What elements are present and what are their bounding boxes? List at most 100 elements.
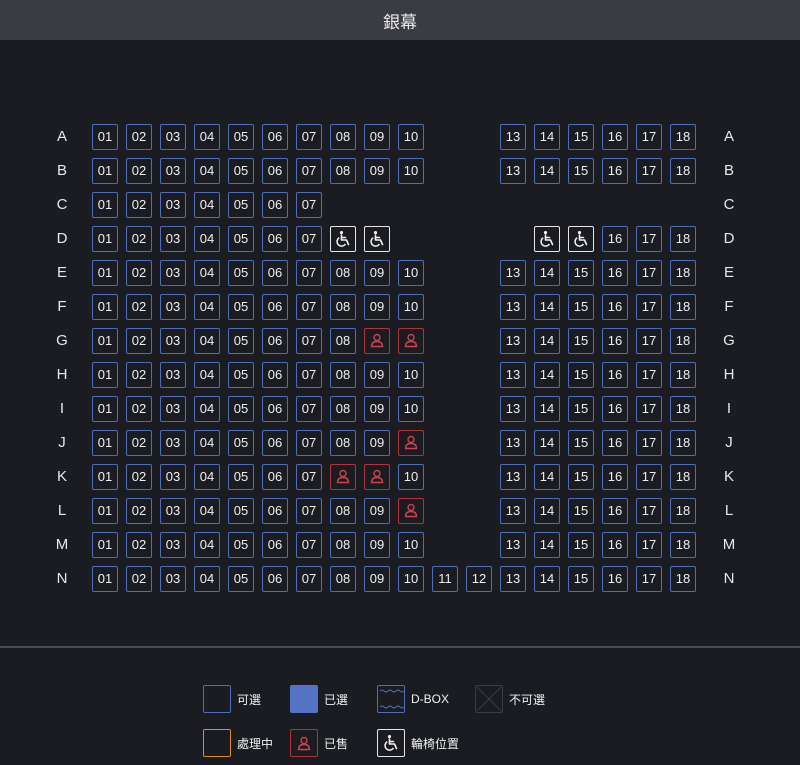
seat[interactable]: 10 bbox=[398, 396, 424, 422]
seat[interactable]: 02 bbox=[126, 124, 152, 150]
seat[interactable]: 01 bbox=[92, 260, 118, 286]
seat[interactable]: 06 bbox=[262, 498, 288, 524]
seat[interactable]: 13 bbox=[500, 566, 526, 592]
seat[interactable]: 07 bbox=[296, 498, 322, 524]
seat[interactable]: 03 bbox=[160, 260, 186, 286]
seat[interactable]: 18 bbox=[670, 294, 696, 320]
seat[interactable]: 14 bbox=[534, 396, 560, 422]
seat[interactable]: 13 bbox=[500, 294, 526, 320]
seat[interactable]: 06 bbox=[262, 294, 288, 320]
seat-wheelchair[interactable] bbox=[568, 226, 594, 252]
seat[interactable]: 14 bbox=[534, 566, 560, 592]
seat[interactable]: 10 bbox=[398, 532, 424, 558]
seat[interactable]: 01 bbox=[92, 362, 118, 388]
seat[interactable]: 05 bbox=[228, 362, 254, 388]
seat[interactable]: 04 bbox=[194, 294, 220, 320]
seat[interactable]: 01 bbox=[92, 566, 118, 592]
seat-wheelchair[interactable] bbox=[534, 226, 560, 252]
seat[interactable]: 05 bbox=[228, 430, 254, 456]
seat[interactable]: 04 bbox=[194, 260, 220, 286]
seat[interactable]: 06 bbox=[262, 226, 288, 252]
seat[interactable]: 04 bbox=[194, 226, 220, 252]
seat[interactable]: 17 bbox=[636, 566, 662, 592]
seat[interactable]: 05 bbox=[228, 124, 254, 150]
seat[interactable]: 08 bbox=[330, 498, 356, 524]
seat[interactable]: 06 bbox=[262, 158, 288, 184]
seat[interactable]: 07 bbox=[296, 226, 322, 252]
seat[interactable]: 15 bbox=[568, 396, 594, 422]
seat[interactable]: 04 bbox=[194, 532, 220, 558]
seat[interactable]: 01 bbox=[92, 396, 118, 422]
seat[interactable]: 07 bbox=[296, 566, 322, 592]
seat[interactable]: 03 bbox=[160, 430, 186, 456]
seat[interactable]: 17 bbox=[636, 260, 662, 286]
seat[interactable]: 02 bbox=[126, 430, 152, 456]
seat[interactable]: 15 bbox=[568, 158, 594, 184]
seat[interactable]: 17 bbox=[636, 498, 662, 524]
seat[interactable]: 03 bbox=[160, 498, 186, 524]
seat-wheelchair[interactable] bbox=[364, 226, 390, 252]
seat[interactable]: 05 bbox=[228, 294, 254, 320]
seat[interactable]: 07 bbox=[296, 464, 322, 490]
seat[interactable]: 08 bbox=[330, 328, 356, 354]
seat[interactable]: 15 bbox=[568, 532, 594, 558]
seat[interactable]: 05 bbox=[228, 498, 254, 524]
seat[interactable]: 17 bbox=[636, 464, 662, 490]
seat[interactable]: 18 bbox=[670, 260, 696, 286]
seat[interactable]: 06 bbox=[262, 362, 288, 388]
seat[interactable]: 13 bbox=[500, 396, 526, 422]
seat[interactable]: 04 bbox=[194, 566, 220, 592]
seat[interactable]: 06 bbox=[262, 192, 288, 218]
seat[interactable]: 13 bbox=[500, 260, 526, 286]
seat[interactable]: 05 bbox=[228, 158, 254, 184]
seat[interactable]: 08 bbox=[330, 566, 356, 592]
seat[interactable]: 03 bbox=[160, 396, 186, 422]
seat[interactable]: 17 bbox=[636, 158, 662, 184]
seat[interactable]: 17 bbox=[636, 396, 662, 422]
seat[interactable]: 14 bbox=[534, 294, 560, 320]
seat[interactable]: 01 bbox=[92, 464, 118, 490]
seat[interactable]: 06 bbox=[262, 566, 288, 592]
seat[interactable]: 15 bbox=[568, 498, 594, 524]
seat[interactable]: 05 bbox=[228, 260, 254, 286]
seat[interactable]: 16 bbox=[602, 396, 628, 422]
seat[interactable]: 05 bbox=[228, 328, 254, 354]
seat[interactable]: 13 bbox=[500, 464, 526, 490]
seat[interactable]: 18 bbox=[670, 464, 696, 490]
seat[interactable]: 17 bbox=[636, 430, 662, 456]
seat[interactable]: 17 bbox=[636, 362, 662, 388]
seat[interactable]: 16 bbox=[602, 362, 628, 388]
seat[interactable]: 16 bbox=[602, 464, 628, 490]
seat[interactable]: 08 bbox=[330, 430, 356, 456]
seat[interactable]: 09 bbox=[364, 124, 390, 150]
seat[interactable]: 08 bbox=[330, 158, 356, 184]
seat[interactable]: 05 bbox=[228, 532, 254, 558]
seat[interactable]: 16 bbox=[602, 498, 628, 524]
seat[interactable]: 17 bbox=[636, 328, 662, 354]
seat[interactable]: 02 bbox=[126, 362, 152, 388]
seat[interactable]: 14 bbox=[534, 158, 560, 184]
seat[interactable]: 16 bbox=[602, 294, 628, 320]
seat[interactable]: 05 bbox=[228, 192, 254, 218]
seat[interactable]: 09 bbox=[364, 158, 390, 184]
seat[interactable]: 02 bbox=[126, 498, 152, 524]
seat[interactable]: 18 bbox=[670, 532, 696, 558]
seat[interactable]: 01 bbox=[92, 430, 118, 456]
seat[interactable]: 02 bbox=[126, 464, 152, 490]
seat[interactable]: 13 bbox=[500, 498, 526, 524]
seat[interactable]: 03 bbox=[160, 328, 186, 354]
seat[interactable]: 07 bbox=[296, 430, 322, 456]
seat[interactable]: 14 bbox=[534, 328, 560, 354]
seat[interactable]: 13 bbox=[500, 532, 526, 558]
seat[interactable]: 03 bbox=[160, 566, 186, 592]
seat[interactable]: 09 bbox=[364, 396, 390, 422]
seat[interactable]: 07 bbox=[296, 192, 322, 218]
seat[interactable]: 16 bbox=[602, 260, 628, 286]
seat[interactable]: 06 bbox=[262, 328, 288, 354]
seat[interactable]: 07 bbox=[296, 328, 322, 354]
seat[interactable]: 04 bbox=[194, 464, 220, 490]
seat[interactable]: 02 bbox=[126, 328, 152, 354]
seat[interactable]: 06 bbox=[262, 124, 288, 150]
seat[interactable]: 16 bbox=[602, 124, 628, 150]
seat[interactable]: 02 bbox=[126, 396, 152, 422]
